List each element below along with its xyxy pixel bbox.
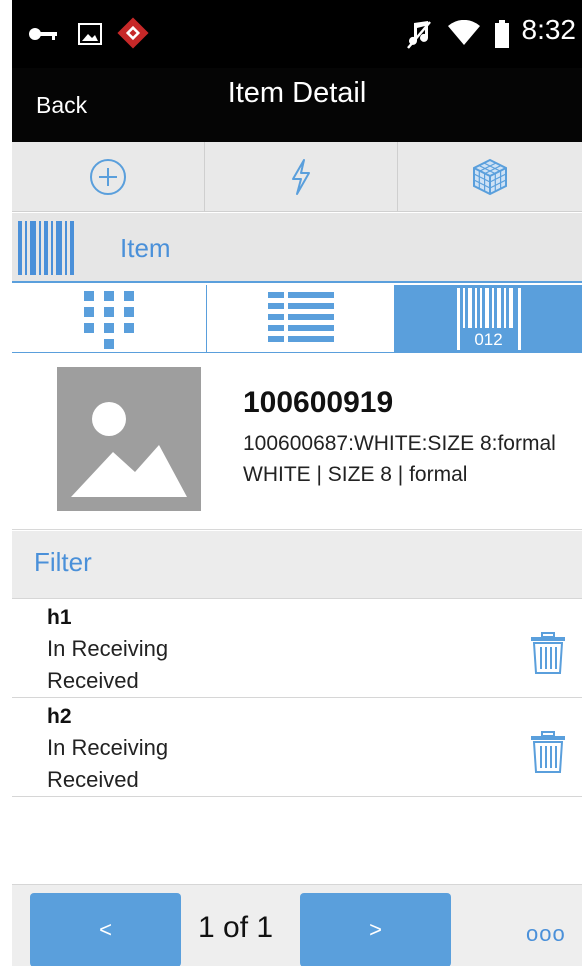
pagination-footer: < 1 of 1 > ooo (12, 884, 582, 966)
package-button[interactable] (398, 142, 582, 212)
page-title: Item Detail (227, 77, 367, 109)
key-icon (29, 28, 57, 40)
quick-action-button[interactable] (205, 142, 397, 212)
cube-icon (473, 158, 507, 196)
filter-label: Filter (34, 547, 92, 577)
item-details: 100600919 100600687:WHITE:SIZE 8:formal … (12, 354, 582, 530)
item-section-header[interactable]: Item (12, 213, 582, 283)
title-bar: Item Detail Back (12, 68, 582, 142)
lightning-icon (292, 159, 310, 195)
image-placeholder-icon (57, 367, 201, 511)
list-item-title: h2 (47, 705, 72, 728)
trash-icon[interactable] (530, 731, 566, 773)
list-item[interactable]: h1 In Receiving Received (12, 600, 582, 698)
app-frame: 8:32 Item Detail Back Item 012 100600919… (12, 0, 582, 966)
status-bar: 8:32 (12, 0, 582, 68)
list-view-icon (267, 291, 334, 342)
action-bar (12, 142, 582, 212)
battery-icon (495, 20, 509, 48)
trash-icon[interactable] (530, 632, 566, 674)
barcode-view-number: 012 (474, 329, 503, 349)
list-item[interactable]: h2 In Receiving Received (12, 699, 582, 797)
tab-barcode-view[interactable]: 012 (395, 285, 582, 352)
list-item-substatus: Received (47, 668, 139, 693)
item-description: 100600687:WHITE:SIZE 8:formal (243, 432, 556, 455)
list-item-substatus: Received (47, 767, 139, 792)
filter-bar[interactable]: Filter (12, 531, 582, 599)
status-time: 8:32 (521, 14, 577, 45)
back-button[interactable]: Back (36, 92, 87, 119)
item-number: 100600919 (243, 386, 394, 419)
image-icon (78, 23, 102, 45)
add-button[interactable] (12, 142, 204, 212)
wifi-icon (448, 20, 480, 45)
list-item-status: In Receiving (47, 636, 169, 661)
list-item-status: In Receiving (47, 735, 169, 760)
add-circle-icon (90, 159, 126, 195)
item-attributes: WHITE | SIZE 8 | formal (243, 463, 468, 486)
list-item-title: h1 (47, 606, 72, 629)
item-section-label: Item (120, 233, 171, 263)
tab-grid-view[interactable] (12, 285, 206, 352)
view-tabs: 012 (12, 285, 582, 353)
app-badge-icon (117, 17, 149, 49)
barcode-icon (18, 221, 74, 275)
more-options-button[interactable]: ooo (526, 921, 566, 947)
next-page-button[interactable]: > (300, 893, 451, 966)
barcode-view-icon: 012 (456, 287, 521, 350)
previous-page-button[interactable]: < (30, 893, 181, 966)
tab-list-view[interactable] (207, 285, 394, 352)
grid-view-icon (84, 290, 134, 349)
mute-icon (407, 21, 431, 49)
page-indicator: 1 of 1 (198, 911, 274, 944)
